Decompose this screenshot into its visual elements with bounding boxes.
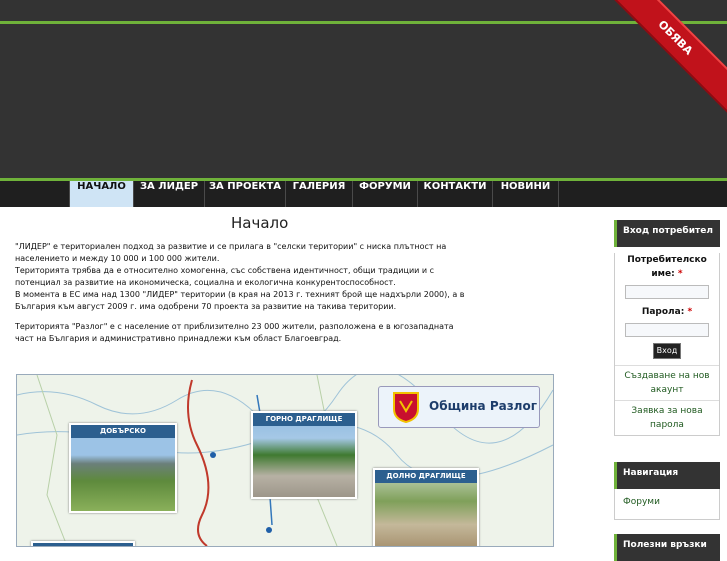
create-account-link[interactable]: Създаване на нов акаунт — [615, 365, 719, 400]
request-password-link[interactable]: Заявка за нова парола — [615, 400, 719, 435]
required-marker: * — [687, 307, 693, 317]
password-field[interactable] — [625, 323, 709, 337]
useful-links-header: Полезни връзки — [614, 534, 720, 561]
intro-paragraph: "ЛИДЕР" е териториален подход за развити… — [15, 241, 464, 313]
region-paragraph: Територията "Разлог" е с население от пр… — [15, 321, 454, 345]
intro-line: Територията трябва да е относително хомо… — [15, 266, 435, 275]
login-block: Вход потребител Потребителско име: * Пар… — [614, 220, 720, 436]
navigation-block: Навигация Форуми — [614, 462, 720, 520]
photo-caption: ДОЛНО ДРАГЛИЩЕ — [375, 470, 477, 483]
region-line: част на България и административно прина… — [15, 334, 342, 343]
nav-item-gallery[interactable]: ГАЛЕРИЯ — [285, 181, 352, 207]
password-label-text: Парола: — [641, 307, 685, 317]
region-line: Територията "Разлог" е с население от пр… — [15, 322, 454, 331]
photo-caption: ГОРНО ДРАГЛИЩЕ — [253, 413, 355, 426]
username-label-text: Потребителско име: — [627, 255, 707, 279]
intro-line: В момента в ЕС има над 1300 "ЛИДЕР" тери… — [15, 290, 465, 299]
photo-dobarsko: ДОБЪРСКО — [69, 423, 177, 513]
header-accent-line — [0, 21, 727, 24]
municipality-name: Община Разлог — [429, 399, 537, 413]
login-header: Вход потребител — [614, 220, 720, 247]
nav-item-about-project[interactable]: ЗА ПРОЕКТА — [204, 181, 285, 207]
password-label: Парола: * — [615, 305, 719, 319]
required-marker: * — [677, 269, 683, 279]
municipality-logo: Община Разлог — [378, 386, 540, 428]
useful-links-block: Полезни връзки — [614, 534, 720, 561]
nav-item-news[interactable]: НОВИНИ — [492, 181, 559, 207]
coat-of-arms-icon — [393, 392, 419, 423]
nav-item-contacts[interactable]: КОНТАКТИ — [417, 181, 492, 207]
nav-item-home[interactable]: НАЧАЛО — [69, 181, 133, 207]
photo-caption: ДОБЪРСКО — [71, 425, 175, 438]
photo-gorno-draglishte: ГОРНО ДРАГЛИЩЕ — [251, 411, 357, 499]
site-header — [0, 0, 727, 181]
navigation-header: Навигация — [614, 462, 720, 489]
login-form: Потребителско име: * Парола: * Вход Създ… — [614, 253, 720, 436]
intro-line: населението и между 10 000 и 100 000 жит… — [15, 254, 220, 263]
username-label: Потребителско име: * — [615, 253, 719, 281]
navigation-list: Форуми — [614, 489, 720, 520]
page-title: Начало — [231, 214, 289, 232]
intro-line: България към август 2009 г. има одобрени… — [15, 302, 397, 311]
nav-item-forums[interactable]: ФОРУМИ — [352, 181, 417, 207]
login-button[interactable]: Вход — [653, 343, 681, 359]
intro-line: потенциал за развитие на икономическа, с… — [15, 278, 396, 287]
photo-partial — [31, 541, 135, 546]
photo-dolno-draglishte: ДОЛНО ДРАГЛИЩЕ — [373, 468, 479, 546]
nav-item-about-leader[interactable]: ЗА ЛИДЕР — [133, 181, 204, 207]
username-field[interactable] — [625, 285, 709, 299]
intro-line: "ЛИДЕР" е териториален подход за развити… — [15, 242, 447, 251]
main-nav: НАЧАЛО ЗА ЛИДЕР ЗА ПРОЕКТА ГАЛЕРИЯ ФОРУМ… — [0, 181, 727, 207]
nav-link-forums[interactable]: Форуми — [623, 495, 711, 509]
